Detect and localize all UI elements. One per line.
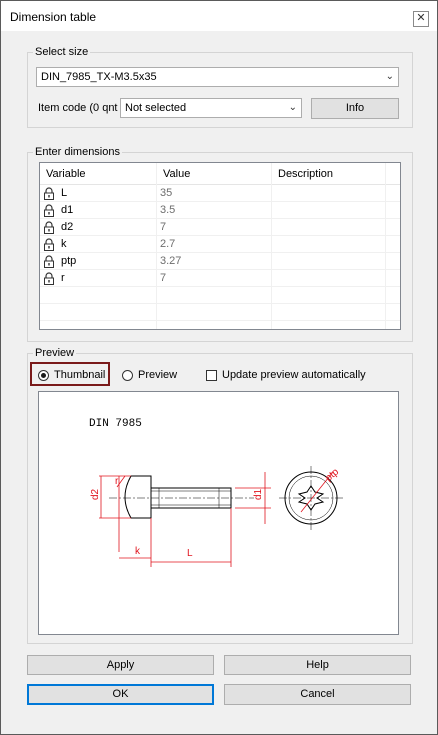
preview-group-label: Preview <box>33 347 77 359</box>
item-code-dropdown[interactable]: Not selected ⌄ <box>120 98 302 118</box>
close-icon[interactable]: ✕ <box>413 11 429 27</box>
size-dropdown-value: DIN_7985_TX-M3.5x35 <box>41 71 157 83</box>
empty-table-row <box>40 304 400 321</box>
preview-canvas: DIN 7985 d2 d1 r k L ptp <box>38 391 399 635</box>
select-size-label: Select size <box>33 46 91 58</box>
ok-button[interactable]: OK <box>27 684 214 705</box>
screw-head-shape <box>124 475 152 519</box>
empty-table-row <box>40 287 400 304</box>
table-row[interactable]: d1 3.5 <box>40 202 400 219</box>
update-preview-label[interactable]: Update preview automatically <box>222 369 366 381</box>
column-header-variable[interactable]: Variable <box>40 163 157 185</box>
table-row[interactable]: d2 7 <box>40 219 400 236</box>
value-cell[interactable]: 7 <box>160 272 166 284</box>
column-header-value[interactable]: Value <box>157 163 272 185</box>
table-row[interactable]: L 35 <box>40 185 400 202</box>
variable-cell: k <box>61 238 67 250</box>
dim-d1-label: d1 <box>253 488 264 500</box>
table-row[interactable]: k 2.7 <box>40 236 400 253</box>
screw-drawing: DIN 7985 d2 d1 r k L ptp <box>89 418 345 567</box>
table-row[interactable]: ptp 3.27 <box>40 253 400 270</box>
variable-cell: r <box>61 272 65 284</box>
variable-cell: L <box>61 187 68 199</box>
preview-radio[interactable] <box>122 370 133 381</box>
apply-button[interactable]: Apply <box>27 655 214 675</box>
column-header-filler <box>386 163 400 185</box>
chevron-down-icon: ⌄ <box>385 71 394 82</box>
value-cell[interactable]: 35 <box>160 187 172 199</box>
column-header-description[interactable]: Description <box>272 163 386 185</box>
window-title: Dimension table <box>10 10 97 24</box>
value-cell[interactable]: 3.5 <box>160 204 175 216</box>
item-code-dropdown-value: Not selected <box>125 102 187 114</box>
thumbnail-radio[interactable] <box>38 370 49 381</box>
dim-d2-label: d2 <box>90 488 101 500</box>
dimension-lines <box>99 472 271 567</box>
variable-cell: ptp <box>61 255 77 267</box>
enter-dimensions-label: Enter dimensions <box>33 146 122 158</box>
title-bar: Dimension table ✕ <box>1 1 437 31</box>
value-cell[interactable]: 2.7 <box>160 238 175 250</box>
dimensions-table[interactable]: Variable Value Description L 35 d1 3.5 d2 7 k 2… <box>39 162 401 330</box>
item-code-label: Item code (0 qnt <box>38 102 118 114</box>
value-cell[interactable]: 7 <box>160 221 166 233</box>
drawing-standard-label: DIN 7985 <box>89 418 142 430</box>
preview-radio-label[interactable]: Preview <box>138 369 177 381</box>
variable-cell: d2 <box>61 221 74 233</box>
help-button[interactable]: Help <box>224 655 411 675</box>
dim-L-label: L <box>187 548 193 559</box>
size-dropdown[interactable]: DIN_7985_TX-M3.5x35 ⌄ <box>36 67 399 87</box>
chevron-down-icon: ⌄ <box>288 102 297 113</box>
dim-k-label: k <box>135 546 141 557</box>
variable-cell: d1 <box>61 204 74 216</box>
dimension-table-window: Dimension table ✕ Select size DIN_7985_T… <box>0 0 438 735</box>
thumbnail-radio-label[interactable]: Thumbnail <box>54 369 105 381</box>
update-preview-checkbox[interactable] <box>206 370 217 381</box>
info-button[interactable]: Info <box>311 98 399 119</box>
table-row[interactable]: r7 <box>40 270 400 287</box>
cancel-button[interactable]: Cancel <box>224 684 411 705</box>
value-cell[interactable]: 3.27 <box>160 255 181 267</box>
